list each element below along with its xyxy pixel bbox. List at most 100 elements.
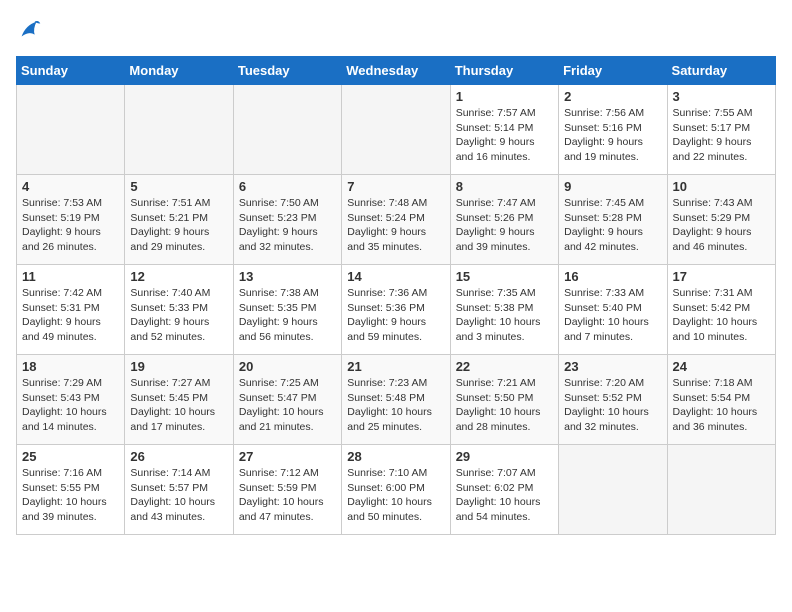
calendar-week-row: 4 Sunrise: 7:53 AM Sunset: 5:19 PM Daylig…: [17, 175, 776, 265]
day-number: 11: [22, 269, 119, 284]
day-info: Sunrise: 7:55 AM Sunset: 5:17 PM Dayligh…: [673, 106, 770, 165]
calendar-cell: 24 Sunrise: 7:18 AM Sunset: 5:54 PM Dayli…: [667, 355, 775, 445]
calendar-cell: 17 Sunrise: 7:31 AM Sunset: 5:42 PM Dayli…: [667, 265, 775, 355]
calendar-table: SundayMondayTuesdayWednesdayThursdayFrid…: [16, 56, 776, 535]
day-info: Sunrise: 7:45 AM Sunset: 5:28 PM Dayligh…: [564, 196, 661, 255]
day-info: Sunrise: 7:36 AM Sunset: 5:36 PM Dayligh…: [347, 286, 444, 345]
day-number: 1: [456, 89, 553, 104]
calendar-cell: 15 Sunrise: 7:35 AM Sunset: 5:38 PM Dayli…: [450, 265, 558, 355]
calendar-cell: 1 Sunrise: 7:57 AM Sunset: 5:14 PM Daylig…: [450, 85, 558, 175]
day-info: Sunrise: 7:33 AM Sunset: 5:40 PM Dayligh…: [564, 286, 661, 345]
day-number: 6: [239, 179, 336, 194]
day-info: Sunrise: 7:35 AM Sunset: 5:38 PM Dayligh…: [456, 286, 553, 345]
day-info: Sunrise: 7:29 AM Sunset: 5:43 PM Dayligh…: [22, 376, 119, 435]
day-number: 29: [456, 449, 553, 464]
day-number: 2: [564, 89, 661, 104]
day-number: 15: [456, 269, 553, 284]
day-info: Sunrise: 7:21 AM Sunset: 5:50 PM Dayligh…: [456, 376, 553, 435]
day-info: Sunrise: 7:43 AM Sunset: 5:29 PM Dayligh…: [673, 196, 770, 255]
column-header-monday: Monday: [125, 57, 233, 85]
calendar-cell: 16 Sunrise: 7:33 AM Sunset: 5:40 PM Dayli…: [559, 265, 667, 355]
day-number: 18: [22, 359, 119, 374]
header: [16, 16, 776, 44]
day-number: 3: [673, 89, 770, 104]
day-info: Sunrise: 7:48 AM Sunset: 5:24 PM Dayligh…: [347, 196, 444, 255]
day-info: Sunrise: 7:56 AM Sunset: 5:16 PM Dayligh…: [564, 106, 661, 165]
calendar-cell: 18 Sunrise: 7:29 AM Sunset: 5:43 PM Dayli…: [17, 355, 125, 445]
day-number: 22: [456, 359, 553, 374]
day-info: Sunrise: 7:31 AM Sunset: 5:42 PM Dayligh…: [673, 286, 770, 345]
day-number: 19: [130, 359, 227, 374]
day-info: Sunrise: 7:12 AM Sunset: 5:59 PM Dayligh…: [239, 466, 336, 525]
column-header-wednesday: Wednesday: [342, 57, 450, 85]
calendar-cell: [125, 85, 233, 175]
day-number: 26: [130, 449, 227, 464]
day-number: 4: [22, 179, 119, 194]
day-info: Sunrise: 7:25 AM Sunset: 5:47 PM Dayligh…: [239, 376, 336, 435]
column-header-sunday: Sunday: [17, 57, 125, 85]
calendar-cell: 11Sunrise: 7:42 AM Sunset: 5:31 PM Dayli…: [17, 265, 125, 355]
calendar-cell: 5 Sunrise: 7:51 AM Sunset: 5:21 PM Daylig…: [125, 175, 233, 265]
calendar-cell: 13 Sunrise: 7:38 AM Sunset: 5:35 PM Dayli…: [233, 265, 341, 355]
day-info: Sunrise: 7:57 AM Sunset: 5:14 PM Dayligh…: [456, 106, 553, 165]
calendar-header-row: SundayMondayTuesdayWednesdayThursdayFrid…: [17, 57, 776, 85]
calendar-cell: 12 Sunrise: 7:40 AM Sunset: 5:33 PM Dayli…: [125, 265, 233, 355]
column-header-saturday: Saturday: [667, 57, 775, 85]
day-number: 16: [564, 269, 661, 284]
calendar-cell: [559, 445, 667, 535]
day-info: Sunrise: 7:18 AM Sunset: 5:54 PM Dayligh…: [673, 376, 770, 435]
logo: [16, 16, 48, 44]
day-number: 14: [347, 269, 444, 284]
calendar-cell: 21Sunrise: 7:23 AM Sunset: 5:48 PM Dayli…: [342, 355, 450, 445]
day-info: Sunrise: 7:14 AM Sunset: 5:57 PM Dayligh…: [130, 466, 227, 525]
calendar-cell: 10Sunrise: 7:43 AM Sunset: 5:29 PM Dayli…: [667, 175, 775, 265]
column-header-thursday: Thursday: [450, 57, 558, 85]
day-number: 20: [239, 359, 336, 374]
calendar-week-row: 11Sunrise: 7:42 AM Sunset: 5:31 PM Dayli…: [17, 265, 776, 355]
day-info: Sunrise: 7:47 AM Sunset: 5:26 PM Dayligh…: [456, 196, 553, 255]
calendar-cell: 22 Sunrise: 7:21 AM Sunset: 5:50 PM Dayli…: [450, 355, 558, 445]
calendar-cell: 28 Sunrise: 7:10 AM Sunset: 6:00 PM Dayli…: [342, 445, 450, 535]
day-number: 27: [239, 449, 336, 464]
calendar-cell: 27 Sunrise: 7:12 AM Sunset: 5:59 PM Dayli…: [233, 445, 341, 535]
day-number: 17: [673, 269, 770, 284]
day-info: Sunrise: 7:40 AM Sunset: 5:33 PM Dayligh…: [130, 286, 227, 345]
calendar-week-row: 25 Sunrise: 7:16 AM Sunset: 5:55 PM Dayli…: [17, 445, 776, 535]
day-info: Sunrise: 7:20 AM Sunset: 5:52 PM Dayligh…: [564, 376, 661, 435]
calendar-cell: 8Sunrise: 7:47 AM Sunset: 5:26 PM Daylig…: [450, 175, 558, 265]
day-info: Sunrise: 7:07 AM Sunset: 6:02 PM Dayligh…: [456, 466, 553, 525]
day-info: Sunrise: 7:51 AM Sunset: 5:21 PM Dayligh…: [130, 196, 227, 255]
calendar-cell: 29 Sunrise: 7:07 AM Sunset: 6:02 PM Dayli…: [450, 445, 558, 535]
day-number: 12: [130, 269, 227, 284]
day-info: Sunrise: 7:38 AM Sunset: 5:35 PM Dayligh…: [239, 286, 336, 345]
day-number: 25: [22, 449, 119, 464]
calendar-cell: [667, 445, 775, 535]
calendar-cell: [17, 85, 125, 175]
column-header-tuesday: Tuesday: [233, 57, 341, 85]
day-number: 24: [673, 359, 770, 374]
day-number: 5: [130, 179, 227, 194]
day-info: Sunrise: 7:53 AM Sunset: 5:19 PM Dayligh…: [22, 196, 119, 255]
logo-bird-icon: [16, 16, 44, 44]
calendar-cell: 3 Sunrise: 7:55 AM Sunset: 5:17 PM Daylig…: [667, 85, 775, 175]
calendar-cell: 4 Sunrise: 7:53 AM Sunset: 5:19 PM Daylig…: [17, 175, 125, 265]
day-number: 23: [564, 359, 661, 374]
calendar-week-row: 18 Sunrise: 7:29 AM Sunset: 5:43 PM Dayli…: [17, 355, 776, 445]
day-number: 9: [564, 179, 661, 194]
day-info: Sunrise: 7:27 AM Sunset: 5:45 PM Dayligh…: [130, 376, 227, 435]
day-number: 28: [347, 449, 444, 464]
calendar-cell: 7 Sunrise: 7:48 AM Sunset: 5:24 PM Daylig…: [342, 175, 450, 265]
calendar-cell: [233, 85, 341, 175]
column-header-friday: Friday: [559, 57, 667, 85]
day-info: Sunrise: 7:16 AM Sunset: 5:55 PM Dayligh…: [22, 466, 119, 525]
day-number: 7: [347, 179, 444, 194]
calendar-cell: 9 Sunrise: 7:45 AM Sunset: 5:28 PM Daylig…: [559, 175, 667, 265]
day-info: Sunrise: 7:10 AM Sunset: 6:00 PM Dayligh…: [347, 466, 444, 525]
calendar-week-row: 1 Sunrise: 7:57 AM Sunset: 5:14 PM Daylig…: [17, 85, 776, 175]
calendar-cell: 2 Sunrise: 7:56 AM Sunset: 5:16 PM Daylig…: [559, 85, 667, 175]
calendar-cell: 23 Sunrise: 7:20 AM Sunset: 5:52 PM Dayli…: [559, 355, 667, 445]
calendar-cell: 20 Sunrise: 7:25 AM Sunset: 5:47 PM Dayli…: [233, 355, 341, 445]
day-number: 13: [239, 269, 336, 284]
calendar-cell: 25 Sunrise: 7:16 AM Sunset: 5:55 PM Dayli…: [17, 445, 125, 535]
day-info: Sunrise: 7:50 AM Sunset: 5:23 PM Dayligh…: [239, 196, 336, 255]
